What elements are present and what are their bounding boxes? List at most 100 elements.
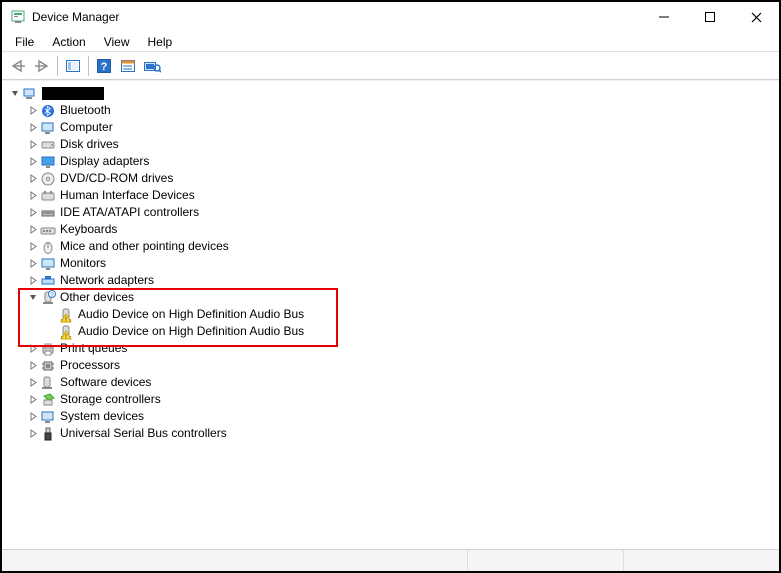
close-button[interactable] bbox=[733, 2, 779, 32]
tree-category[interactable]: Computer bbox=[20, 119, 779, 136]
tree-category-label: Software devices bbox=[58, 374, 151, 391]
tree-category[interactable]: Network adapters bbox=[20, 272, 779, 289]
statusbar bbox=[2, 549, 779, 571]
toolbar-properties-button[interactable] bbox=[116, 54, 140, 78]
tree-category[interactable]: Storage controllers bbox=[20, 391, 779, 408]
expand-icon[interactable] bbox=[26, 344, 40, 353]
computer-root-icon bbox=[22, 86, 38, 102]
monitor-icon bbox=[40, 256, 56, 272]
storage-icon bbox=[40, 392, 56, 408]
toolbar-forward-button[interactable] bbox=[30, 54, 54, 78]
expand-icon[interactable] bbox=[26, 395, 40, 404]
hid-icon bbox=[40, 188, 56, 204]
warn-icon: ! bbox=[58, 307, 74, 323]
toolbar-separator bbox=[57, 56, 58, 76]
tree-category-label: DVD/CD-ROM drives bbox=[58, 170, 173, 187]
tree-category[interactable]: Print queues bbox=[20, 340, 779, 357]
svg-text:?: ? bbox=[101, 61, 108, 73]
tree-category-label: Mice and other pointing devices bbox=[58, 238, 229, 255]
bluetooth-icon bbox=[40, 103, 56, 119]
tree-category[interactable]: Disk drives bbox=[20, 136, 779, 153]
tree-category[interactable]: Human Interface Devices bbox=[20, 187, 779, 204]
menu-file[interactable]: File bbox=[6, 34, 43, 50]
expand-icon[interactable] bbox=[26, 259, 40, 268]
tree-category-label: Computer bbox=[58, 119, 113, 136]
tree-device[interactable]: !Audio Device on High Definition Audio B… bbox=[38, 323, 779, 340]
expand-icon[interactable] bbox=[26, 208, 40, 217]
toolbar: ? bbox=[2, 52, 779, 80]
cpu-icon bbox=[40, 358, 56, 374]
collapse-icon[interactable] bbox=[26, 293, 40, 302]
titlebar: Device Manager bbox=[2, 2, 779, 32]
tree-category-label: Disk drives bbox=[58, 136, 119, 153]
display-icon bbox=[40, 154, 56, 170]
tree-category[interactable]: ?Other devices bbox=[20, 289, 779, 306]
computer-icon bbox=[40, 120, 56, 136]
menu-view[interactable]: View bbox=[95, 34, 139, 50]
tree-category-label: Keyboards bbox=[58, 221, 117, 238]
maximize-button[interactable] bbox=[687, 2, 733, 32]
toolbar-back-button[interactable] bbox=[6, 54, 30, 78]
expand-icon[interactable] bbox=[26, 123, 40, 132]
tree-device-label: Audio Device on High Definition Audio Bu… bbox=[76, 323, 304, 340]
tree-category[interactable]: System devices bbox=[20, 408, 779, 425]
tree-category-label: Display adapters bbox=[58, 153, 149, 170]
tree-category[interactable]: Universal Serial Bus controllers bbox=[20, 425, 779, 442]
expand-icon[interactable] bbox=[26, 140, 40, 149]
disk-icon bbox=[40, 137, 56, 153]
tree-category[interactable]: DVD/CD-ROM drives bbox=[20, 170, 779, 187]
tree-category-label: Monitors bbox=[58, 255, 106, 272]
tree-category-label: Network adapters bbox=[58, 272, 154, 289]
app-icon bbox=[10, 9, 26, 25]
menubar: File Action View Help bbox=[2, 32, 779, 52]
usb-icon bbox=[40, 426, 56, 442]
expand-icon[interactable] bbox=[26, 106, 40, 115]
menu-help[interactable]: Help bbox=[139, 34, 182, 50]
expand-icon[interactable] bbox=[26, 225, 40, 234]
tree-category-label: System devices bbox=[58, 408, 144, 425]
expand-icon[interactable] bbox=[26, 191, 40, 200]
minimize-button[interactable] bbox=[641, 2, 687, 32]
expand-icon[interactable] bbox=[26, 429, 40, 438]
warn-icon: ! bbox=[58, 324, 74, 340]
expand-icon[interactable] bbox=[26, 378, 40, 387]
tree-root[interactable] bbox=[2, 85, 779, 102]
system-icon bbox=[40, 409, 56, 425]
expand-icon[interactable] bbox=[26, 242, 40, 251]
window-title: Device Manager bbox=[32, 10, 641, 24]
expand-icon[interactable] bbox=[26, 361, 40, 370]
tree-category[interactable]: Monitors bbox=[20, 255, 779, 272]
expand-icon[interactable] bbox=[26, 412, 40, 421]
network-icon bbox=[40, 273, 56, 289]
tree-category[interactable]: Display adapters bbox=[20, 153, 779, 170]
expand-icon[interactable] bbox=[26, 157, 40, 166]
toolbar-scan-button[interactable] bbox=[140, 54, 164, 78]
menu-action[interactable]: Action bbox=[43, 34, 94, 50]
ide-icon bbox=[40, 205, 56, 221]
tree-category[interactable]: IDE ATA/ATAPI controllers bbox=[20, 204, 779, 221]
printer-icon bbox=[40, 341, 56, 357]
tree-device-label: Audio Device on High Definition Audio Bu… bbox=[76, 306, 304, 323]
tree-device[interactable]: !Audio Device on High Definition Audio B… bbox=[38, 306, 779, 323]
tree-category-label: Human Interface Devices bbox=[58, 187, 195, 204]
tree-category[interactable]: Bluetooth bbox=[20, 102, 779, 119]
tree-category-label: Processors bbox=[58, 357, 120, 374]
toolbar-show-tree-button[interactable] bbox=[61, 54, 85, 78]
root-computer-name bbox=[42, 87, 104, 100]
collapse-icon[interactable] bbox=[8, 89, 22, 98]
expand-icon[interactable] bbox=[26, 174, 40, 183]
statusbar-cell bbox=[467, 550, 623, 571]
tree-category-label: Storage controllers bbox=[58, 391, 161, 408]
tree-category[interactable]: Mice and other pointing devices bbox=[20, 238, 779, 255]
toolbar-help-button[interactable]: ? bbox=[92, 54, 116, 78]
expand-icon[interactable] bbox=[26, 276, 40, 285]
mouse-icon bbox=[40, 239, 56, 255]
tree-category-label: Bluetooth bbox=[58, 102, 111, 119]
tree-category-label: Other devices bbox=[58, 289, 134, 306]
tree-category-label: Universal Serial Bus controllers bbox=[58, 425, 227, 442]
tree-category[interactable]: Processors bbox=[20, 357, 779, 374]
tree-category[interactable]: Software devices bbox=[20, 374, 779, 391]
tree-category[interactable]: Keyboards bbox=[20, 221, 779, 238]
tree-category-label: IDE ATA/ATAPI controllers bbox=[58, 204, 199, 221]
device-tree[interactable]: BluetoothComputerDisk drivesDisplay adap… bbox=[2, 80, 779, 549]
